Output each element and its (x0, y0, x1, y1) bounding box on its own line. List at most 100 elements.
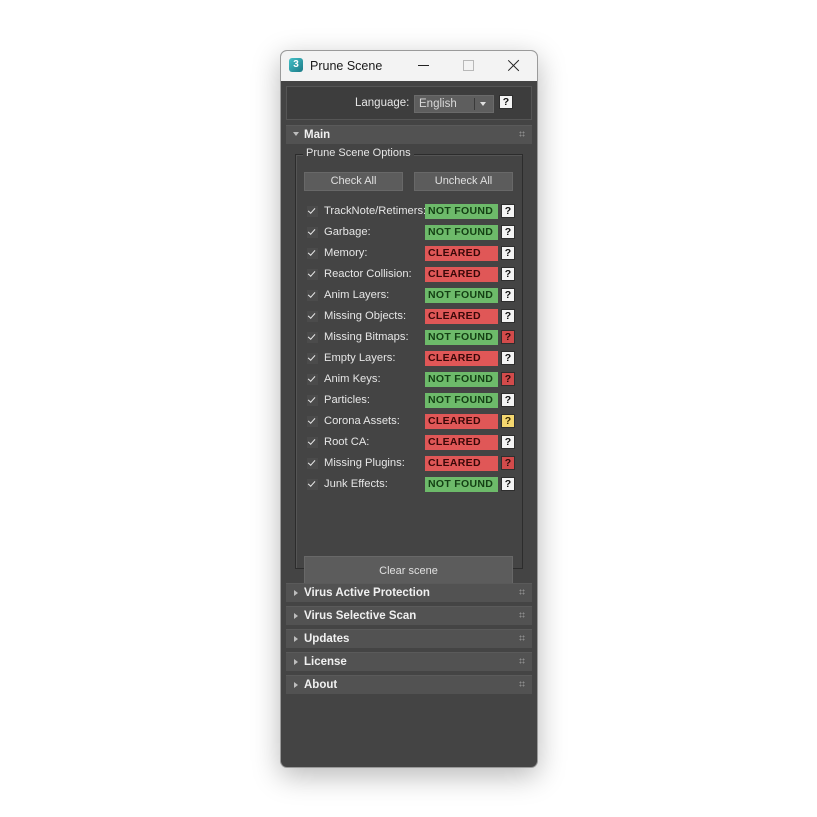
option-help-button[interactable]: ? (501, 267, 515, 281)
option-label: Missing Objects: (324, 310, 407, 322)
collapsed-arrow-icon (294, 682, 298, 688)
option-help-button[interactable]: ? (501, 288, 515, 302)
app-icon: 3 (289, 58, 303, 72)
option-label: Garbage: (324, 226, 371, 238)
option-help-button[interactable]: ? (501, 456, 515, 470)
rollout-title: Virus Active Protection (304, 587, 430, 599)
option-checkbox[interactable] (307, 332, 318, 343)
status-badge: CLEARED (425, 414, 498, 429)
check-icon (307, 479, 316, 487)
option-row: Anim Keys: NOT FOUND? (307, 372, 519, 388)
check-icon (307, 248, 316, 256)
uncheck-all-button[interactable]: Uncheck All (414, 172, 513, 191)
collapsed-arrow-icon (294, 590, 298, 596)
grip-icon[interactable] (519, 612, 525, 618)
option-help-button[interactable]: ? (501, 309, 515, 323)
option-label: Missing Plugins: (324, 457, 405, 469)
option-row: Anim Layers: NOT FOUND? (307, 288, 519, 304)
title-bar[interactable]: 3 Prune Scene (281, 51, 537, 81)
option-checkbox[interactable] (307, 395, 318, 406)
option-row: Empty Layers: CLEARED? (307, 351, 519, 367)
rollout-header[interactable]: License (286, 652, 532, 671)
status-badge: CLEARED (425, 456, 498, 471)
close-button[interactable] (492, 51, 536, 81)
option-checkbox[interactable] (307, 458, 318, 469)
option-help-button[interactable]: ? (501, 204, 515, 218)
collapsed-arrow-icon (294, 636, 298, 642)
status-badge: NOT FOUND (425, 477, 498, 492)
rollout-main-body: Prune Scene Options Check All Uncheck Al… (286, 144, 532, 587)
language-help-button[interactable]: ? (499, 95, 513, 109)
option-help-button[interactable]: ? (501, 435, 515, 449)
option-label: TrackNote/Retimers: (324, 205, 427, 217)
language-value: English (419, 98, 457, 110)
option-label: Empty Layers: (324, 352, 396, 364)
rollout-title: About (304, 679, 338, 691)
minimize-button[interactable] (402, 51, 446, 81)
option-help-button[interactable]: ? (501, 330, 515, 344)
status-badge: CLEARED (425, 267, 498, 282)
grip-icon[interactable] (519, 131, 525, 137)
option-checkbox[interactable] (307, 437, 318, 448)
option-checkbox[interactable] (307, 248, 318, 259)
option-checkbox[interactable] (307, 227, 318, 238)
grip-icon[interactable] (519, 681, 525, 687)
check-icon (307, 458, 316, 466)
option-checkbox[interactable] (307, 353, 318, 364)
collapsed-arrow-icon (294, 659, 298, 665)
option-row: Junk Effects: NOT FOUND? (307, 477, 519, 493)
option-row: Missing Bitmaps: NOT FOUND? (307, 330, 519, 346)
status-badge: NOT FOUND (425, 393, 498, 408)
option-help-button[interactable]: ? (501, 477, 515, 491)
option-help-button[interactable]: ? (501, 372, 515, 386)
collapsed-arrow-icon (294, 613, 298, 619)
grip-icon[interactable] (519, 589, 525, 595)
status-badge: NOT FOUND (425, 204, 498, 219)
expanded-arrow-icon (293, 132, 299, 136)
option-checkbox[interactable] (307, 269, 318, 280)
status-badge: CLEARED (425, 435, 498, 450)
grip-icon[interactable] (519, 635, 525, 641)
option-row: Memory: CLEARED? (307, 246, 519, 262)
status-badge: CLEARED (425, 309, 498, 324)
check-icon (307, 353, 316, 361)
check-icon (307, 374, 316, 382)
rollout-title: License (304, 656, 347, 668)
option-help-button[interactable]: ? (501, 225, 515, 239)
maximize-icon (463, 60, 474, 71)
check-all-button[interactable]: Check All (304, 172, 403, 191)
option-help-button[interactable]: ? (501, 246, 515, 260)
option-label: Particles: (324, 394, 371, 406)
option-label: Root CA: (324, 436, 370, 448)
rollout-header[interactable]: Updates (286, 629, 532, 648)
option-checkbox[interactable] (307, 290, 318, 301)
language-dropdown[interactable]: English (414, 95, 494, 113)
grip-icon[interactable] (519, 658, 525, 664)
status-badge: NOT FOUND (425, 330, 498, 345)
maximize-button[interactable] (446, 51, 490, 81)
status-badge: NOT FOUND (425, 225, 498, 240)
check-icon (307, 395, 316, 403)
option-checkbox[interactable] (307, 311, 318, 322)
rollout-main-header[interactable]: Main (286, 125, 532, 144)
option-row: Missing Objects: CLEARED? (307, 309, 519, 325)
option-help-button[interactable]: ? (501, 393, 515, 407)
option-label: Memory: (324, 247, 368, 259)
option-help-button[interactable]: ? (501, 351, 515, 365)
option-label: Junk Effects: (324, 478, 388, 490)
option-help-button[interactable]: ? (501, 414, 515, 428)
check-icon (307, 290, 316, 298)
window-title: Prune Scene (310, 59, 383, 73)
group-label: Prune Scene Options (303, 147, 414, 159)
dropdown-separator (474, 98, 475, 110)
option-checkbox[interactable] (307, 479, 318, 490)
rollout-header[interactable]: Virus Active Protection (286, 583, 532, 602)
check-icon (307, 206, 316, 214)
option-checkbox[interactable] (307, 416, 318, 427)
rollout-header[interactable]: About (286, 675, 532, 694)
option-checkbox[interactable] (307, 206, 318, 217)
minimize-icon (418, 65, 429, 66)
option-checkbox[interactable] (307, 374, 318, 385)
rollout-title: Virus Selective Scan (304, 610, 417, 622)
rollout-header[interactable]: Virus Selective Scan (286, 606, 532, 625)
